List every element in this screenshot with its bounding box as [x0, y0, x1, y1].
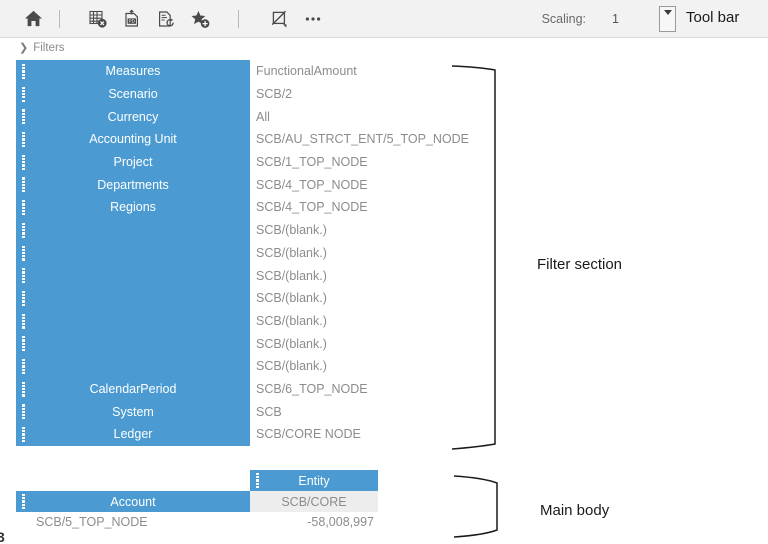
filter-dimension-name: Project — [16, 155, 250, 169]
scaling-dropdown-button[interactable] — [659, 6, 676, 32]
filter-row[interactable]: Accounting UnitSCB/AU_STRCT_ENT/5_TOP_NO… — [16, 128, 486, 151]
filter-selected-value[interactable]: SCB/4_TOP_NODE — [250, 200, 368, 214]
drag-handle-icon[interactable] — [22, 87, 25, 102]
filter-row[interactable]: MeasuresFunctionalAmount — [16, 60, 486, 83]
more-options-icon[interactable] — [296, 2, 330, 36]
drag-handle-icon[interactable] — [22, 359, 25, 374]
filter-row[interactable]: ProjectSCB/1_TOP_NODE — [16, 151, 486, 174]
drag-handle-icon[interactable] — [22, 132, 25, 147]
filter-list: MeasuresFunctionalAmountScenarioSCB/2Cur… — [16, 60, 486, 446]
drag-handle-icon[interactable] — [22, 177, 25, 192]
drag-handle-icon[interactable] — [22, 404, 25, 419]
filter-dimension-name: System — [16, 405, 250, 419]
clipped-edge-character: 3 — [0, 529, 5, 544]
filter-dimension-name: Regions — [16, 200, 250, 214]
annotation-filter-section: Filter section — [537, 256, 622, 273]
filter-selected-value[interactable]: SCB/4_TOP_NODE — [250, 178, 368, 192]
toolbar-divider-1 — [59, 10, 60, 28]
filter-row[interactable]: SCB/(blank.) — [16, 287, 486, 310]
drag-handle-icon[interactable] — [22, 494, 25, 509]
filter-row[interactable]: ScenarioSCB/2 — [16, 83, 486, 106]
drag-handle-icon[interactable] — [22, 109, 25, 124]
filter-selected-value[interactable]: SCB/CORE NODE — [250, 427, 361, 441]
export-to-pdf-icon[interactable]: PD — [115, 2, 149, 36]
refresh-document-icon[interactable] — [149, 2, 183, 36]
filter-row[interactable]: SCB/(blank.) — [16, 355, 486, 378]
drag-handle-icon[interactable] — [22, 246, 25, 261]
application-window: PD — [0, 0, 768, 544]
filter-dimension-name: Departments — [16, 178, 250, 192]
chevron-down-icon[interactable]: ❯ — [19, 43, 28, 54]
hide-suppress-icon[interactable] — [262, 2, 296, 36]
tool-bar: PD — [0, 0, 768, 38]
filter-selected-value[interactable]: SCB/2 — [250, 87, 292, 101]
drag-handle-icon[interactable] — [22, 336, 25, 351]
filter-selected-value[interactable]: SCB/(blank.) — [250, 337, 327, 351]
svg-text:PD: PD — [129, 18, 136, 23]
export-to-excel-icon[interactable] — [81, 2, 115, 36]
filter-selected-value[interactable]: SCB/(blank.) — [250, 291, 327, 305]
toolbar-divider-2 — [238, 10, 239, 28]
filter-selected-value[interactable]: SCB/(blank.) — [250, 269, 327, 283]
drag-handle-icon[interactable] — [22, 155, 25, 170]
drag-handle-icon[interactable] — [22, 382, 25, 397]
chevron-down-icon — [664, 10, 672, 15]
filter-selected-value[interactable]: FunctionalAmount — [250, 64, 357, 78]
add-to-favorites-icon[interactable] — [183, 2, 217, 36]
column-member-header[interactable]: SCB/CORE — [250, 491, 378, 512]
data-cell-value[interactable]: -58,008,997 — [250, 515, 378, 529]
column-member-label: SCB/CORE — [281, 495, 346, 509]
filter-selected-value[interactable]: SCB — [250, 405, 282, 419]
filter-row[interactable]: SCB/(blank.) — [16, 310, 486, 333]
filter-selected-value[interactable]: SCB/6_TOP_NODE — [250, 382, 368, 396]
filter-dimension-name: Ledger — [16, 427, 250, 441]
filter-dimension-name: CalendarPeriod — [16, 382, 250, 396]
filter-row[interactable]: SystemSCB — [16, 400, 486, 423]
drag-handle-icon[interactable] — [22, 223, 25, 238]
filter-selected-value[interactable]: SCB/(blank.) — [250, 314, 327, 328]
filter-dimension-name: Scenario — [16, 87, 250, 101]
drag-handle-icon[interactable] — [22, 291, 25, 306]
drag-handle-icon[interactable] — [22, 64, 25, 79]
filter-dimension-name: Accounting Unit — [16, 132, 250, 146]
filter-selected-value[interactable]: SCB/AU_STRCT_ENT/5_TOP_NODE — [250, 132, 469, 146]
filter-selected-value[interactable]: SCB/1_TOP_NODE — [250, 155, 368, 169]
annotation-tool-bar: Tool bar — [686, 9, 739, 26]
row-member-label[interactable]: SCB/5_TOP_NODE — [36, 515, 148, 529]
drag-handle-icon[interactable] — [22, 200, 25, 215]
row-dimension-header-label: Account — [110, 495, 155, 509]
filter-dimension-name: Measures — [16, 64, 250, 78]
drag-handle-icon[interactable] — [22, 314, 25, 329]
column-dimension-header-entity[interactable]: Entity — [250, 470, 378, 491]
scaling-value[interactable]: 1 — [612, 12, 619, 26]
filter-row[interactable]: RegionsSCB/4_TOP_NODE — [16, 196, 486, 219]
filters-label: Filters — [33, 42, 64, 54]
filter-row[interactable]: CalendarPeriodSCB/6_TOP_NODE — [16, 378, 486, 401]
drag-handle-icon[interactable] — [256, 473, 259, 488]
filter-row[interactable]: SCB/(blank.) — [16, 332, 486, 355]
filter-selected-value[interactable]: SCB/(blank.) — [250, 359, 327, 373]
filter-selected-value[interactable]: SCB/(blank.) — [250, 246, 327, 260]
filter-row[interactable]: SCB/(blank.) — [16, 242, 486, 265]
annotation-main-body: Main body — [540, 502, 609, 519]
column-dimension-header-label: Entity — [298, 474, 329, 488]
home-icon[interactable] — [16, 2, 50, 36]
scaling-label: Scaling: — [542, 12, 586, 26]
filter-row[interactable]: SCB/(blank.) — [16, 264, 486, 287]
row-dimension-header-account[interactable]: Account — [16, 491, 250, 512]
filter-selected-value[interactable]: SCB/(blank.) — [250, 223, 327, 237]
drag-handle-icon[interactable] — [22, 268, 25, 283]
filter-row[interactable]: DepartmentsSCB/4_TOP_NODE — [16, 173, 486, 196]
filter-row[interactable]: CurrencyAll — [16, 105, 486, 128]
filter-row[interactable]: LedgerSCB/CORE NODE — [16, 423, 486, 446]
filter-dimension-name: Currency — [16, 110, 250, 124]
filter-selected-value[interactable]: All — [250, 110, 270, 124]
filter-row[interactable]: SCB/(blank.) — [16, 219, 486, 242]
filters-bar[interactable]: ❯ Filters — [0, 39, 768, 57]
drag-handle-icon[interactable] — [22, 427, 25, 442]
